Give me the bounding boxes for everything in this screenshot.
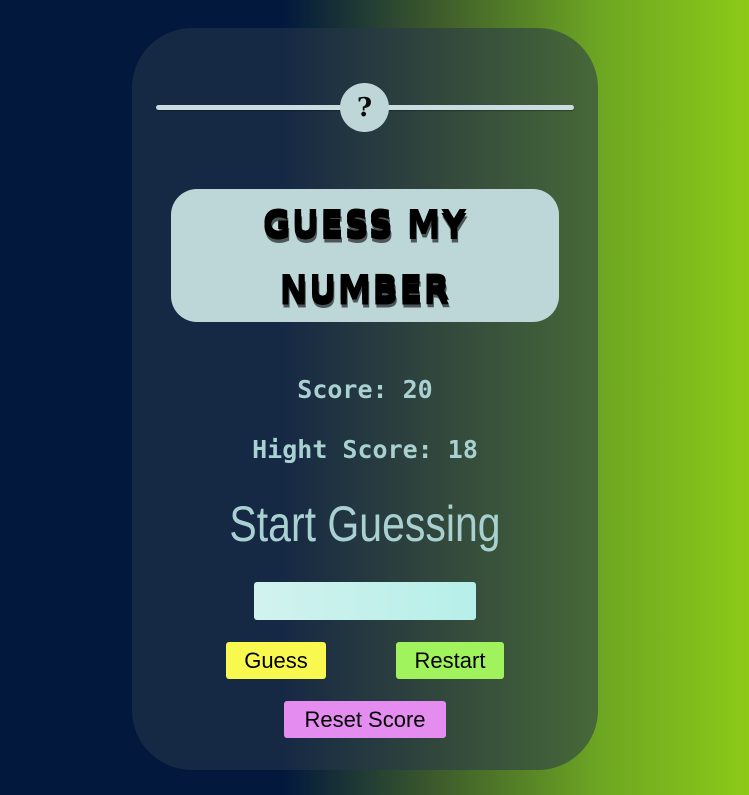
score-label: Score: 20 — [297, 375, 433, 404]
guess-button[interactable]: Guess — [226, 642, 326, 679]
title-box: GUESS MY NUMBER — [171, 189, 559, 322]
status-message: Start Guessing — [229, 496, 501, 552]
high-score-label: Hight Score: 18 — [252, 435, 478, 464]
secret-number-display: ? — [340, 83, 389, 132]
page-title: GUESS MY NUMBER — [262, 201, 468, 310]
restart-button[interactable]: Restart — [396, 642, 504, 679]
guess-input[interactable] — [254, 582, 476, 620]
reset-score-button[interactable]: Reset Score — [284, 701, 446, 738]
game-card: ? GUESS MY NUMBER Score: 20 Hight Score:… — [132, 28, 598, 770]
